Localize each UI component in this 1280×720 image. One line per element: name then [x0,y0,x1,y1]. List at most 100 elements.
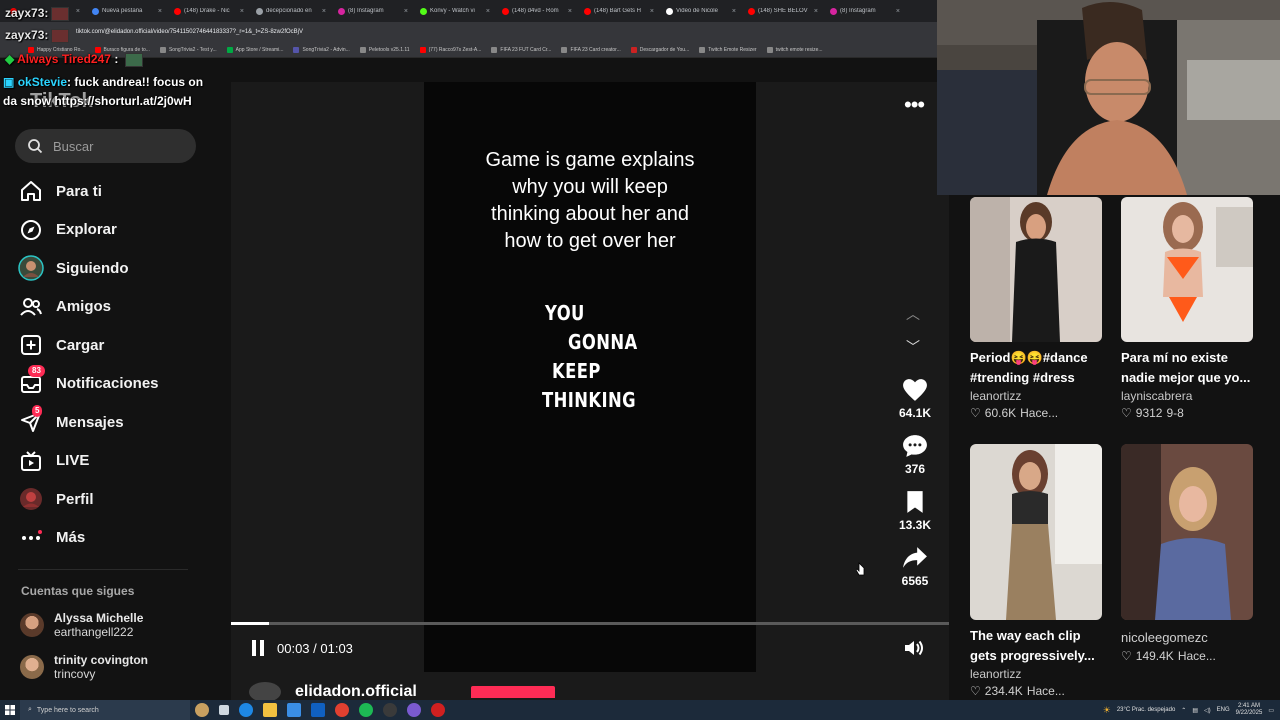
chevron-up-icon[interactable]: ⌃ [1181,707,1186,714]
bookmark-item[interactable]: twitch emote resize... [766,46,823,53]
tab-close-icon[interactable]: × [240,8,244,15]
video-card-user[interactable]: leanortizz [970,389,1102,403]
like-button[interactable]: 64.1K [890,378,940,420]
language-indicator[interactable]: ENG [1217,707,1230,713]
tab-close-icon[interactable]: × [896,8,900,15]
video-card-title[interactable]: Para mí no existe nadie mejor que yo... [1121,348,1253,388]
video-card[interactable]: Period😝😝#dance #trending #dress leanorti… [970,197,1102,420]
tab-close-icon[interactable]: × [650,8,654,15]
notification-center-icon[interactable]: ▭ [1268,707,1274,714]
tab-close-icon[interactable]: × [568,8,572,15]
video-player[interactable]: Game is game explains why you will keep … [231,82,949,702]
sidebar-item-siguiendo[interactable]: Siguiendo [18,249,208,288]
tab-close-icon[interactable]: × [814,8,818,15]
following-account[interactable]: trinity covington trincovy [20,653,148,681]
chat-text: da snow https://shorturl.at/2j0wH [3,94,192,108]
video-card[interactable]: The way each clip gets progressively... … [970,444,1102,698]
video-thumbnail[interactable] [1121,197,1253,342]
sidebar-item-amigos[interactable]: Amigos [18,288,208,327]
following-account[interactable]: Alyssa Michelle earthangell222 [20,611,143,639]
video-thumbnail[interactable] [970,197,1102,342]
home-icon [18,178,44,204]
bookmark-item[interactable]: Twitch Emote Resizer [699,46,757,53]
video-card[interactable]: nicoleegomezc ♡ 149.4K Hace... [1121,444,1253,663]
bookmark-item[interactable]: SongTrivia2 - Advin... [293,46,350,53]
chevron-down-icon[interactable]: ﹀ [906,337,920,357]
browser-tab[interactable]: (148) d4vd - Rom × [496,0,578,22]
bookmark-label: (77) Racco97s Zest-A... [428,46,482,53]
browser-tab[interactable]: (148) SHE BELOV × [742,0,824,22]
url-text[interactable]: tiktok.com/@elidadon.official/video/7541… [76,29,303,35]
video-card-user[interactable]: nicoleegomezc [1121,630,1253,646]
author-avatar[interactable] [249,682,281,702]
bookmark-item[interactable]: Descargador de You... [630,46,689,53]
chat-username: zayx73 [5,6,45,20]
more-options-icon[interactable]: ••• [904,92,925,118]
clock[interactable]: 2:41 AM 9/22/2025 [1236,703,1263,717]
address-bar[interactable]: tiktok.com/@elidadon.official/video/7541… [0,22,937,42]
browser-tab[interactable]: Nueva pestaña × [86,0,168,22]
task-view-icon[interactable] [219,705,229,715]
opera-icon[interactable] [431,703,445,717]
video-card-user[interactable]: layniscabrera [1121,389,1253,403]
sidebar-item-para-ti[interactable]: Para ti [18,172,208,211]
video-thumbnail[interactable] [1121,444,1253,620]
video-card-title[interactable]: The way each clip gets progressively... [970,626,1102,666]
browser-tab[interactable]: Konvy - Watch vi × [414,0,496,22]
share-button[interactable]: 6565 [890,546,940,588]
video-progress-bar[interactable] [231,622,949,625]
video-card[interactable]: Para mí no existe nadie mejor que yo... … [1121,197,1253,420]
browser-tab[interactable]: (8) Instagram × [824,0,906,22]
video-frame[interactable]: Game is game explains why you will keep … [424,82,756,672]
bookmark-item[interactable]: SongTrivia2 - Test y... [159,46,217,53]
video-thumbnail[interactable] [970,444,1102,620]
file-explorer-icon[interactable] [263,703,277,717]
browser-tab[interactable]: Video de Nicole × [660,0,742,22]
store-icon[interactable] [287,703,301,717]
edge-icon[interactable] [239,703,253,717]
bookmark-item[interactable]: FIFA 23 FUT Card Cr... [491,46,551,53]
tab-close-icon[interactable]: × [322,8,326,15]
video-card-user[interactable]: leanortizz [970,667,1102,681]
tab-close-icon[interactable]: × [486,8,490,15]
author-name[interactable]: elidadon.official [295,683,417,701]
search-input[interactable]: Buscar [15,129,196,163]
sidebar-item-mensajes[interactable]: 5 Mensajes [18,403,208,442]
bookmark-item[interactable]: FIFA 23 Card creator... [561,46,621,53]
tab-close-icon[interactable]: × [76,8,80,15]
chevron-up-icon[interactable]: ︿ [906,304,920,324]
sidebar-item-explorar[interactable]: Explorar [18,211,208,250]
browser-tab[interactable]: (8) Instagram × [332,0,414,22]
chrome-icon[interactable] [335,703,349,717]
tab-close-icon[interactable]: × [404,8,408,15]
github-icon[interactable] [383,703,397,717]
bookmark-item[interactable]: App Store / Streami... [226,46,283,53]
volume-button[interactable] [903,638,925,663]
bookmark-item[interactable]: (77) Racco97s Zest-A... [419,46,482,53]
spotify-icon[interactable] [359,703,373,717]
mail-icon[interactable] [311,703,325,717]
sidebar-item-cargar[interactable]: Cargar [18,326,208,365]
browser-tab[interactable]: (148) Bart Gets H × [578,0,660,22]
discord-icon[interactable] [407,703,421,717]
send-icon: 5 [18,405,44,435]
sidebar-item-notificaciones[interactable]: 83 Notificaciones [18,364,208,404]
taskbar-search[interactable]: ⌕ Type here to search [20,700,190,720]
network-icon[interactable]: ▤ [1192,707,1198,714]
video-card-title[interactable]: Period😝😝#dance #trending #dress [970,348,1102,388]
comment-button[interactable]: 376 [890,434,940,476]
pause-icon[interactable] [249,639,267,657]
browser-tab[interactable]: decepcionado en × [250,0,332,22]
planet-app-icon[interactable] [195,703,209,717]
sidebar-item-live[interactable]: LIVE [18,442,208,481]
bookmark-item[interactable]: Peletools v25.1.11 [359,46,410,53]
sidebar-item-perfil[interactable]: Perfil [18,480,208,519]
tab-close-icon[interactable]: × [158,8,162,15]
browser-tab[interactable]: (148) Drake - Nic × [168,0,250,22]
windows-start-button[interactable] [0,700,20,720]
sidebar-item-mas[interactable]: Más [18,519,208,558]
save-button[interactable]: 13.3K [890,490,940,532]
volume-icon[interactable]: ◁) [1204,707,1211,714]
follow-button[interactable] [470,686,555,698]
tab-close-icon[interactable]: × [732,8,736,15]
